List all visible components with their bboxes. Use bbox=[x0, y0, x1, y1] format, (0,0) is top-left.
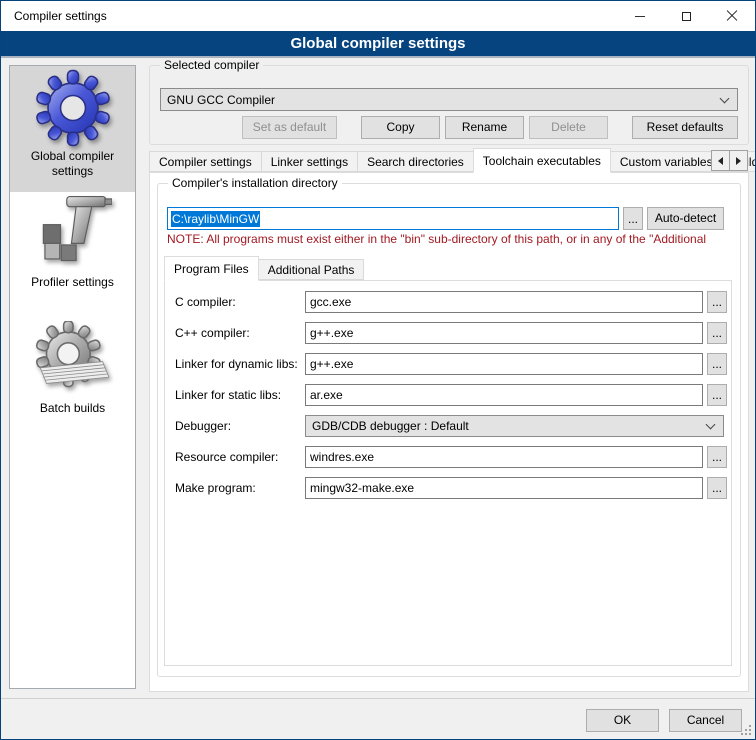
sidebar-item-label: Profiler settings bbox=[27, 275, 118, 290]
tab-scroll-left-button[interactable] bbox=[711, 150, 730, 171]
c-compiler-browse-button[interactable]: ... bbox=[707, 291, 727, 313]
field-label: Linker for dynamic libs: bbox=[175, 353, 298, 375]
close-icon bbox=[726, 10, 738, 22]
tab-compiler-settings[interactable]: Compiler settings bbox=[149, 151, 262, 172]
field-label: C++ compiler: bbox=[175, 322, 250, 344]
sidebar-item-global-compiler-settings[interactable]: Global compiler settings bbox=[10, 66, 135, 192]
programs-tabstrip: Program Files Additional Paths bbox=[164, 256, 464, 280]
installation-directory-value: C:\raylib\MinGW bbox=[171, 211, 260, 227]
make-program-input[interactable] bbox=[305, 477, 703, 499]
window-controls bbox=[617, 1, 755, 31]
chevron-down-icon bbox=[720, 93, 730, 103]
field-label: Linker for static libs: bbox=[175, 384, 281, 406]
category-list: Global compiler settings Profile bbox=[9, 65, 136, 689]
delete-button[interactable]: Delete bbox=[529, 116, 608, 139]
cpp-compiler-browse-button[interactable]: ... bbox=[707, 322, 727, 344]
chevron-down-icon bbox=[706, 420, 716, 430]
debugger-dropdown[interactable]: GDB/CDB debugger : Default bbox=[305, 415, 724, 437]
debugger-value: GDB/CDB debugger : Default bbox=[312, 419, 707, 433]
maximize-button[interactable] bbox=[663, 1, 709, 31]
installation-directory-input[interactable]: C:\raylib\MinGW bbox=[167, 207, 619, 230]
installation-directory-browse-button[interactable]: ... bbox=[623, 207, 643, 230]
maximize-icon bbox=[682, 12, 691, 21]
sidebar-item-label: Batch builds bbox=[36, 401, 109, 416]
field-label: Resource compiler: bbox=[175, 446, 278, 468]
tab-search-directories[interactable]: Search directories bbox=[357, 151, 474, 172]
bin-subdirectory-note: NOTE: All programs must exist either in … bbox=[167, 232, 739, 246]
selected-compiler-value: GNU GCC Compiler bbox=[167, 93, 721, 107]
minimize-icon bbox=[635, 16, 645, 17]
cpp-compiler-input[interactable] bbox=[305, 322, 703, 344]
tab-custom-variables[interactable]: Custom variables bbox=[610, 151, 723, 172]
c-compiler-input[interactable] bbox=[305, 291, 703, 313]
banner-title: Global compiler settings bbox=[290, 35, 465, 52]
sidebar-item-batch-builds[interactable]: Batch builds bbox=[10, 318, 135, 444]
footer-divider bbox=[1, 698, 755, 699]
resource-compiler-browse-button[interactable]: ... bbox=[707, 446, 727, 468]
caliper-blocks-icon bbox=[34, 195, 112, 273]
selected-compiler-group: Selected compiler GNU GCC Compiler Set a… bbox=[149, 65, 749, 145]
tab-additional-paths[interactable]: Additional Paths bbox=[258, 259, 365, 280]
rename-button[interactable]: Rename bbox=[445, 116, 524, 139]
compiler-settings-window: Compiler settings Global compiler settin… bbox=[0, 0, 756, 740]
titlebar[interactable]: Compiler settings bbox=[1, 1, 755, 31]
tab-scroll-right-button[interactable] bbox=[729, 150, 748, 171]
blue-gear-icon bbox=[34, 69, 112, 147]
field-label: Debugger: bbox=[175, 415, 231, 437]
ok-button[interactable]: OK bbox=[586, 709, 659, 732]
set-as-default-button[interactable]: Set as default bbox=[242, 116, 337, 139]
resource-compiler-input[interactable] bbox=[305, 446, 703, 468]
settings-tabstrip: Compiler settings Linker settings Search… bbox=[149, 148, 712, 172]
tab-scroll-buttons bbox=[712, 150, 748, 171]
close-button[interactable] bbox=[709, 1, 755, 31]
linker-static-browse-button[interactable]: ... bbox=[707, 384, 727, 406]
field-label: C compiler: bbox=[175, 291, 236, 313]
tab-linker-settings[interactable]: Linker settings bbox=[261, 151, 358, 172]
make-program-browse-button[interactable]: ... bbox=[707, 477, 727, 499]
window-title: Compiler settings bbox=[14, 9, 107, 23]
gray-gear-stack-icon bbox=[34, 321, 112, 399]
sidebar-item-label: Global compiler settings bbox=[10, 149, 135, 179]
selected-compiler-dropdown[interactable]: GNU GCC Compiler bbox=[160, 88, 738, 111]
cancel-button[interactable]: Cancel bbox=[669, 709, 742, 732]
tab-program-files[interactable]: Program Files bbox=[164, 256, 259, 281]
arrow-right-icon bbox=[736, 157, 741, 165]
program-files-page: C compiler: ... C++ compiler: ... Linker… bbox=[164, 280, 732, 666]
selected-compiler-group-label: Selected compiler bbox=[160, 58, 263, 72]
resize-grip[interactable] bbox=[749, 733, 751, 735]
minimize-button[interactable] bbox=[617, 1, 663, 31]
linker-static-input[interactable] bbox=[305, 384, 703, 406]
installation-directory-group-label: Compiler's installation directory bbox=[168, 176, 342, 190]
field-label: Make program: bbox=[175, 477, 256, 499]
tab-toolchain-executables[interactable]: Toolchain executables bbox=[473, 148, 611, 173]
arrow-left-icon bbox=[718, 157, 723, 165]
auto-detect-button[interactable]: Auto-detect bbox=[647, 207, 724, 230]
linker-dynamic-input[interactable] bbox=[305, 353, 703, 375]
dialog-banner: Global compiler settings bbox=[1, 31, 755, 58]
sidebar-item-profiler-settings[interactable]: Profiler settings bbox=[10, 192, 135, 318]
linker-dynamic-browse-button[interactable]: ... bbox=[707, 353, 727, 375]
reset-defaults-button[interactable]: Reset defaults bbox=[632, 116, 738, 139]
copy-button[interactable]: Copy bbox=[361, 116, 440, 139]
